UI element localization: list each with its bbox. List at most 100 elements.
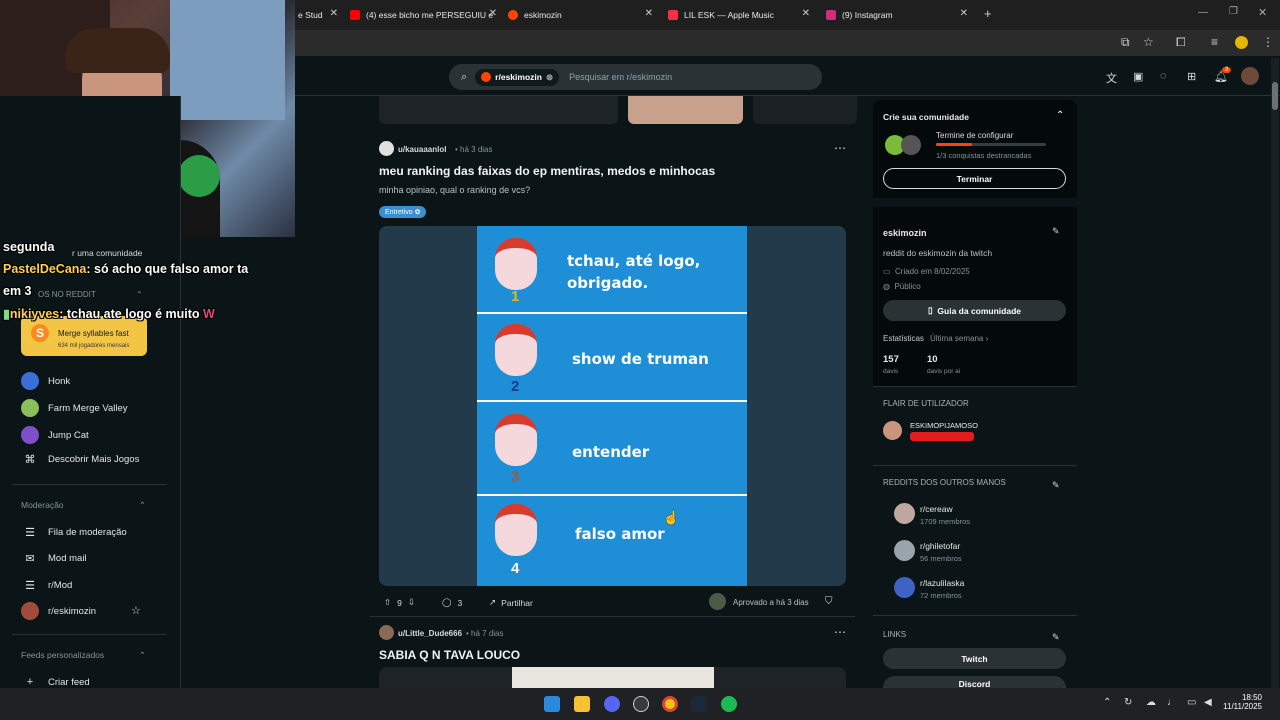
tray-sync-icon[interactable]: ↻ [1124, 697, 1132, 708]
profile-avatar[interactable] [1235, 36, 1248, 49]
sidebar-item-create-feed[interactable]: + Criar feed [21, 676, 90, 688]
browser-tab[interactable]: (4) esse bicho me PERSEGUIU e ✕ [350, 4, 497, 26]
scrollbar-thumb[interactable] [1272, 82, 1278, 110]
upvote-icon[interactable]: ⇧ [384, 597, 391, 608]
translate-icon[interactable]: 文 [1106, 70, 1117, 86]
community-link[interactable]: r/ghiletofar [920, 541, 960, 551]
spotify-icon[interactable] [721, 696, 737, 712]
browser-tab-active[interactable]: eskimozin ✕ [508, 4, 653, 26]
custom-feeds-section-title[interactable]: Feeds personalizados ⌃ [21, 650, 146, 661]
close-icon[interactable]: ✕ [645, 8, 653, 19]
windows-start-icon[interactable] [544, 696, 560, 712]
cast-icon[interactable]: ⧉ [1121, 35, 1130, 50]
chrome-icon[interactable] [662, 696, 678, 712]
author-avatar[interactable] [379, 625, 394, 640]
volume-icon[interactable]: ◀ [1204, 697, 1212, 708]
tray-cloud-icon[interactable]: ☁ [1146, 697, 1156, 708]
search-community-chip[interactable]: r/eskimozin ⊗ [475, 68, 560, 86]
community-link[interactable]: r/cereaw [920, 504, 953, 514]
author-avatar[interactable] [379, 141, 394, 156]
sidebar-item-honk[interactable]: Honk [21, 372, 70, 390]
browser-tab[interactable]: LIL ESK — Apple Music ✕ [668, 4, 810, 26]
post-flair[interactable]: Entretivo ✿ [379, 206, 427, 218]
comments-button[interactable]: ◯ 3 [442, 597, 462, 608]
post-author[interactable]: u/kauaaanlol [398, 145, 446, 154]
sidebar-item-mod-mail[interactable]: ✉ Mod mail [21, 552, 86, 565]
menu-dots-icon[interactable]: ⋮ [1262, 35, 1274, 49]
tab-title: (4) esse bicho me PERSEGUIU e [366, 10, 494, 20]
favorite-star-icon[interactable]: ☆ [131, 604, 141, 617]
streamer-hair [65, 28, 170, 73]
games-section-title[interactable]: OS NO REDDIT [38, 290, 96, 299]
tray-chevron-icon[interactable]: ⌃ [1103, 697, 1111, 708]
browser-tab[interactable]: e Stud ✕ [298, 4, 338, 26]
sidebar-item-r-eskimozin[interactable]: r/eskimozin [21, 602, 96, 620]
carousel-thumbnail[interactable] [628, 96, 743, 124]
clock[interactable]: 18:50 11/11/2025 [1222, 693, 1262, 711]
steam-icon[interactable] [691, 696, 707, 712]
downvote-icon[interactable]: ⇩ [408, 597, 415, 608]
close-icon[interactable]: ✕ [330, 8, 338, 19]
close-icon[interactable]: ✕ [960, 8, 968, 19]
community-link[interactable]: r/lazulilaska [920, 578, 964, 588]
more-options-icon[interactable]: ⋯ [834, 141, 846, 155]
new-tab-button[interactable]: + [984, 6, 992, 21]
create-post-icon[interactable]: ⊞ [1187, 70, 1196, 83]
search-input[interactable]: ⌕ r/eskimozin ⊗ Pesquisar em r/eskimozin [449, 64, 822, 90]
sidebar-item-jump-cat[interactable]: Jump Cat [21, 426, 89, 444]
bookmark-star-icon[interactable]: ☆ [1143, 35, 1154, 49]
mouse-cursor-icon: ☝ [663, 510, 680, 525]
share-button[interactable]: ↗ Partilhar [489, 597, 533, 608]
file-explorer-icon[interactable] [574, 696, 590, 712]
create-community-label[interactable]: r uma comunidade [72, 248, 142, 258]
extensions-icon[interactable]: ⧠ [1176, 35, 1186, 50]
post-author[interactable]: u/Little_Dude666 [398, 629, 462, 638]
community-guide-button[interactable]: ▯ Guia da comunidade [883, 300, 1066, 321]
minimize-icon[interactable]: — [1198, 7, 1208, 18]
featured-game-card[interactable]: S Merge syllables fast 634 mil jogadores… [21, 316, 147, 356]
user-avatar[interactable] [1241, 67, 1259, 85]
obs-icon[interactable] [633, 696, 649, 712]
chevron-up-icon[interactable]: ⌃ [136, 290, 143, 299]
carousel-thumbnail[interactable] [379, 96, 618, 124]
edit-icon[interactable]: ✎ [1052, 480, 1060, 491]
finish-button[interactable]: Terminar [883, 168, 1066, 189]
sidebar-item-discover-games[interactable]: ⌘ Descobrir Mais Jogos [21, 453, 140, 466]
restore-icon[interactable]: ❐ [1229, 6, 1238, 17]
carousel-thumbnail[interactable] [753, 96, 857, 124]
sidebar-item-label: Jump Cat [48, 429, 89, 441]
twitch-link-button[interactable]: Twitch [883, 648, 1066, 669]
discord-icon[interactable] [604, 696, 620, 712]
discord-link-button[interactable]: Discord [883, 676, 1066, 688]
chat-icon[interactable]: ◌ [1160, 70, 1167, 82]
close-icon[interactable]: ✕ [489, 8, 497, 19]
media-icon[interactable]: ≡ [1211, 35, 1218, 49]
post-image[interactable]: 1 tchau, até logo, obrigado. 2 show de t… [379, 226, 846, 586]
browser-tab[interactable]: (9) Instagram ✕ [826, 4, 968, 26]
sidebar-item-r-mod[interactable]: ☰ r/Mod [21, 579, 72, 592]
moderation-section-title[interactable]: Moderação ⌃ [21, 500, 146, 511]
vote-control[interactable]: ⇧ 9 ⇩ [384, 597, 415, 608]
sidebar-item-farm-merge-valley[interactable]: Farm Merge Valley [21, 399, 128, 417]
shield-icon[interactable]: ⛉ [825, 596, 833, 607]
post-image[interactable] [379, 667, 846, 688]
stats-period-select[interactable]: Última semana › [930, 334, 988, 343]
edit-icon[interactable]: ✎ [1052, 632, 1060, 643]
chevron-up-icon[interactable]: ⌃ [1056, 110, 1064, 121]
sidebar-item-mod-queue[interactable]: ☰ Fila de moderação [21, 526, 127, 539]
advertise-icon[interactable]: ▣ [1133, 70, 1143, 83]
network-icon[interactable]: ▭ [1187, 697, 1196, 708]
chat-badge-icon: ▮ [3, 307, 10, 321]
post-title[interactable]: meu ranking das faixas do ep mentiras, m… [379, 164, 715, 178]
character-icon [495, 324, 537, 376]
edit-icon[interactable]: ✎ [1052, 226, 1060, 237]
close-icon[interactable]: ✕ [802, 8, 810, 19]
sidebar-item-label: r/eskimozin [48, 605, 97, 617]
more-options-icon[interactable]: ⋯ [834, 625, 846, 639]
user-avatar [883, 421, 902, 440]
microphone-icon[interactable]: ♩ [1167, 697, 1177, 708]
scrollbar-track[interactable] [1271, 58, 1279, 688]
post-title[interactable]: SABIA Q N TAVA LOUCO [379, 648, 520, 662]
window-close-icon[interactable]: ✕ [1258, 6, 1267, 19]
clear-icon[interactable]: ⊗ [546, 72, 553, 83]
